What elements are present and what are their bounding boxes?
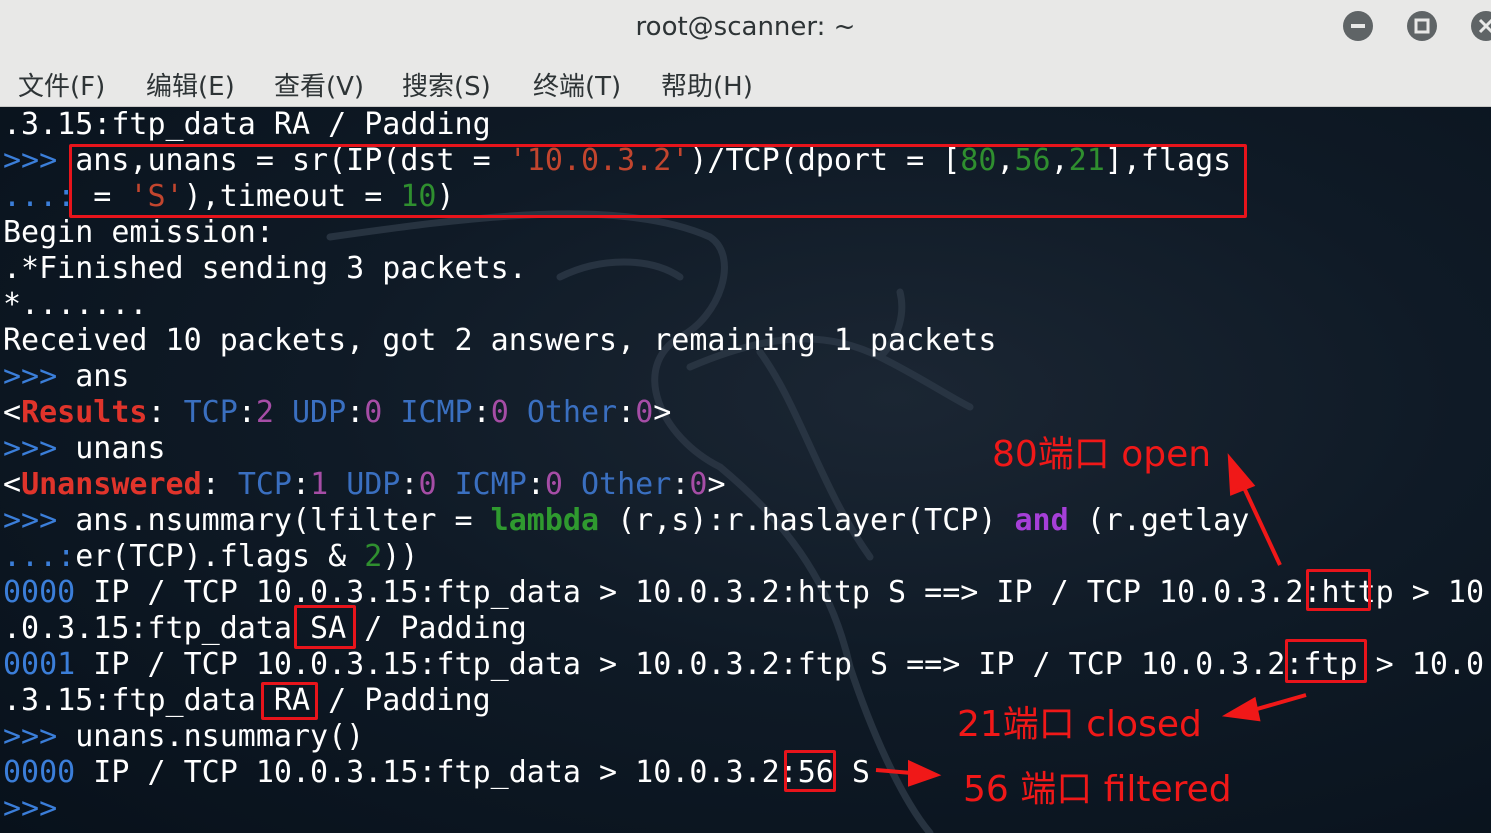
maximize-icon[interactable] — [1407, 11, 1437, 41]
annotation-arrows — [875, 453, 1307, 787]
menu-search[interactable]: 搜索(S) — [402, 66, 491, 103]
close-icon[interactable] — [1471, 11, 1491, 41]
arrow-to-port56-icon — [875, 768, 913, 775]
menu-view[interactable]: 查看(V) — [274, 66, 364, 103]
terminal-area[interactable]: .3.15:ftp_data RA / Padding >>> ans,unan… — [0, 107, 1491, 833]
menu-terminal[interactable]: 终端(T) — [533, 66, 621, 103]
window-title: root@scanner: ~ — [635, 12, 856, 42]
arrowhead-port56-icon — [908, 759, 942, 787]
arrowhead-port80-icon — [1227, 453, 1256, 496]
arrowhead-port21-icon — [1221, 696, 1261, 722]
menu-help[interactable]: 帮助(H) — [661, 66, 753, 103]
arrow-to-port21-icon — [1249, 693, 1307, 713]
minimize-icon[interactable] — [1343, 11, 1373, 41]
menu-file[interactable]: 文件(F) — [18, 66, 105, 103]
menu-edit[interactable]: 编辑(E) — [146, 66, 235, 103]
menu-bar: 文件(F) 编辑(E) 查看(V) 搜索(S) 终端(T) 帮助(H) — [0, 56, 1491, 107]
title-bar: root@scanner: ~ — [0, 0, 1491, 56]
arrow-to-port80-icon — [1238, 478, 1282, 566]
